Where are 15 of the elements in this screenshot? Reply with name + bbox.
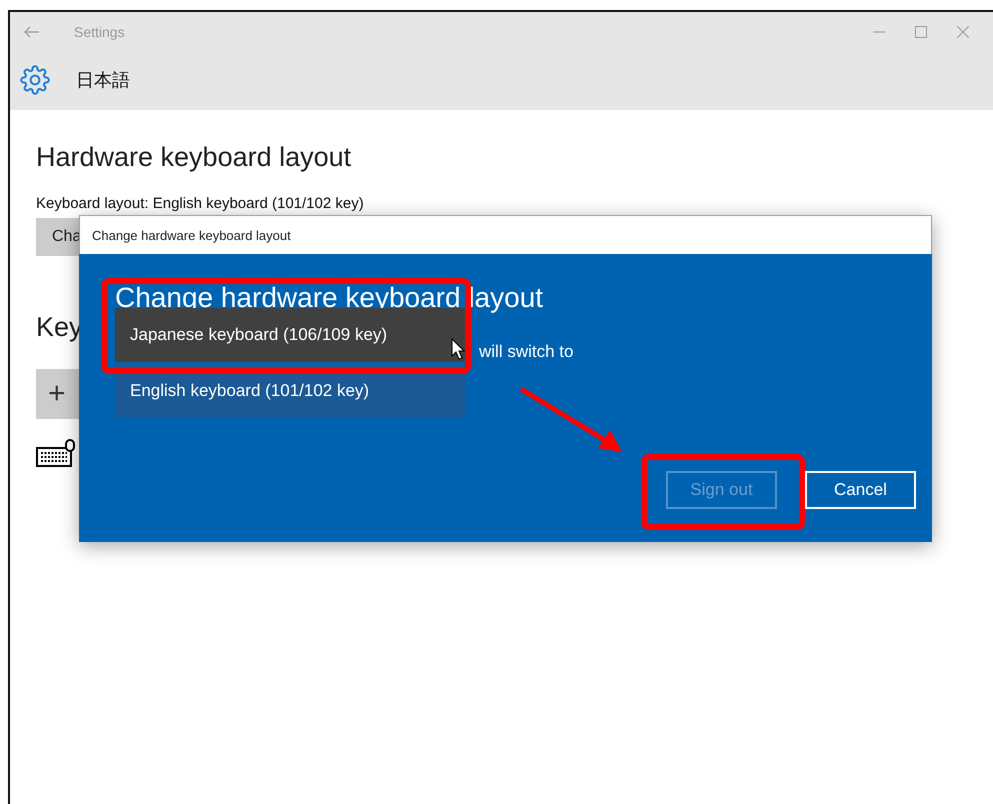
dialog-title: Change hardware keyboard layout (79, 215, 932, 254)
mouse-cursor-icon (451, 338, 465, 360)
keyboard-layout-label: Keyboard layout: English keyboard (101/102 key) (36, 195, 365, 212)
dialog-button[interactable]: Cancel (805, 471, 916, 509)
back-arrow-icon[interactable] (24, 26, 40, 38)
maximize-icon[interactable] (915, 26, 927, 38)
dialog-text: will switch to (479, 342, 574, 362)
dropdown-option[interactable]: Japanese keyboard (106/109 key) (115, 308, 465, 362)
window-title: Settings (74, 24, 125, 40)
close-icon[interactable] (957, 26, 969, 38)
keyboard-icon (36, 439, 76, 469)
gear-icon (20, 65, 50, 95)
page-title: 日本語 (76, 69, 130, 92)
section-heading: Key (36, 312, 83, 343)
section-heading: Hardware keyboard layout (36, 142, 352, 173)
